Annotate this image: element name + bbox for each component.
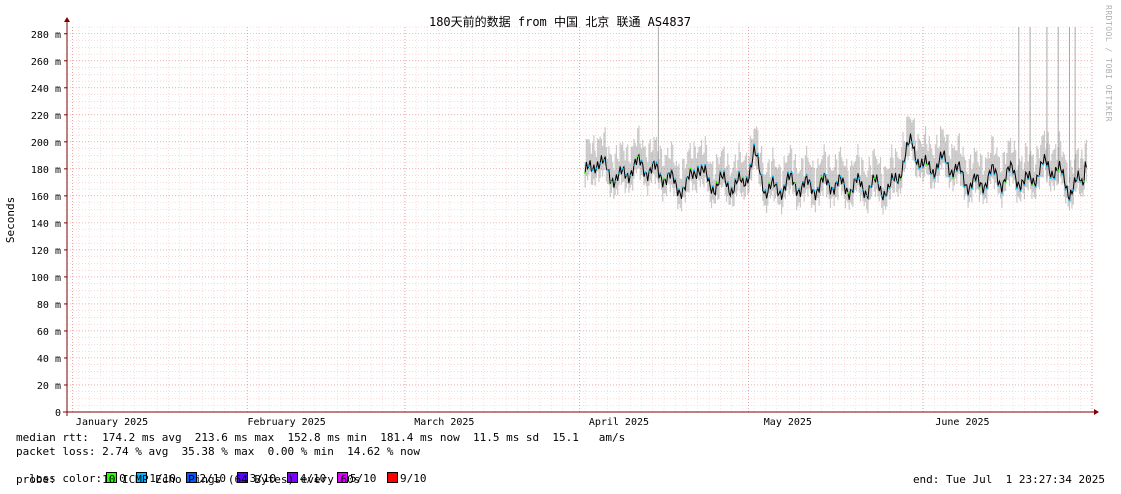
loss-swatch-9-10: [386, 472, 398, 483]
y-tick-labels: 0 20 m 40 m 60 m 80 m 100 m 120 m 140 m 160 m 180…: [31, 30, 67, 419]
packet-loss-stats: packet loss: 2.74 % avg 35.38 % max 0.00…: [16, 445, 420, 458]
x-tick-labels: January 2025 February 2025 March 2025 April…: [76, 417, 990, 428]
x-tick-label: March 2025: [414, 417, 474, 428]
y-tick-label: 260 m: [31, 57, 61, 68]
x-tick-label: February 2025: [248, 417, 326, 428]
y-tick-label: 40 m: [37, 354, 61, 365]
y-tick-label: 280 m: [31, 30, 61, 41]
y-axis-label: Seconds: [4, 197, 17, 243]
x-tick-label: April 2025: [589, 417, 649, 428]
y-tick-label: 240 m: [31, 84, 61, 95]
chart-axes: [63, 17, 1099, 416]
y-tick-label: 180 m: [31, 165, 61, 176]
y-tick-label: 0: [55, 408, 61, 419]
x-axis-arrow: [1094, 409, 1099, 415]
latency-chart: 0 20 m 40 m 60 m 80 m 100 m 120 m 140 m 160 m 180…: [4, 14, 1099, 428]
median-rtt-stats: median rtt: 174.2 ms avg 213.6 ms max 15…: [16, 431, 626, 444]
smoke-band: [584, 115, 1087, 215]
probe-info: probe: 10 ICMP Echo Pings (64 Bytes) eve…: [16, 473, 361, 486]
y-tick-label: 120 m: [31, 246, 61, 257]
loss-label: 9/10: [399, 472, 434, 485]
chart-title: 180天前的数据 from 中国 北京 联通 AS4837: [429, 14, 691, 29]
y-tick-label: 140 m: [31, 219, 61, 230]
y-tick-label: 100 m: [31, 273, 61, 284]
x-tick-label: May 2025: [764, 417, 812, 428]
x-tick-label: January 2025: [76, 417, 148, 428]
y-tick-label: 220 m: [31, 111, 61, 122]
y-axis-arrow: [64, 17, 70, 22]
y-tick-label: 200 m: [31, 138, 61, 149]
x-tick-label: June 2025: [935, 417, 989, 428]
y-tick-label: 160 m: [31, 192, 61, 203]
y-tick-label: 60 m: [37, 327, 61, 338]
y-tick-label: 80 m: [37, 300, 61, 311]
end-timestamp: end: Tue Jul 1 23:27:34 2025: [912, 473, 1105, 486]
chart-grid: [66, 26, 1093, 413]
rrdtool-credit: RRDTOOL / TOBI OETIKER: [1104, 5, 1113, 122]
y-tick-label: 20 m: [37, 381, 61, 392]
